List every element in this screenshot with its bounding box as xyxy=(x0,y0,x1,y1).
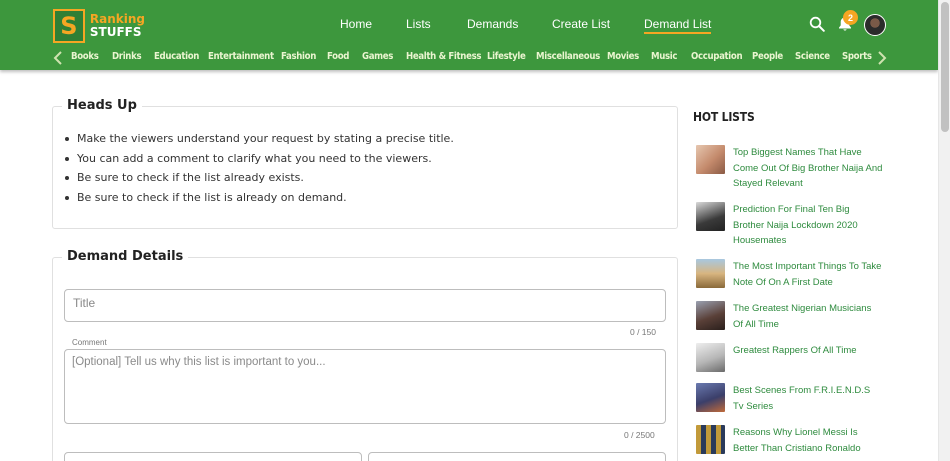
demand-details-title: Demand Details xyxy=(62,249,189,264)
search-icon[interactable] xyxy=(809,16,825,32)
chevron-left-icon[interactable] xyxy=(53,51,63,65)
category-music[interactable]: Music xyxy=(651,51,677,62)
category-science[interactable]: Science xyxy=(795,51,830,62)
tip-item: Make the viewers understand your request… xyxy=(64,132,454,152)
nav-home[interactable]: Home xyxy=(340,17,372,31)
comment-textarea[interactable]: [Optional] Tell us why this list is impo… xyxy=(64,349,666,424)
hot-list-thumbnail xyxy=(696,343,725,372)
category-miscellaneous[interactable]: Miscellaneous xyxy=(536,51,600,62)
comment-label: Comment xyxy=(70,338,109,347)
category-drinks[interactable]: Drinks xyxy=(112,51,142,62)
hot-list-link[interactable]: The Greatest Nigerian Musicians Of All T… xyxy=(733,301,883,332)
site-logo[interactable]: S Ranking STUFFS xyxy=(53,9,145,43)
scrollbar-thumb[interactable] xyxy=(941,2,949,132)
category-lifestyle[interactable]: Lifestyle xyxy=(487,51,526,62)
category-bar: Books Drinks Education Entertainment Fas… xyxy=(0,48,938,68)
nav-demands[interactable]: Demands xyxy=(467,17,518,31)
tip-item: You can add a comment to clarify what yo… xyxy=(64,152,454,172)
hot-list-thumbnail xyxy=(696,202,725,231)
hot-list-link[interactable]: The Most Important Things To Take Note O… xyxy=(733,259,883,290)
category-education[interactable]: Education xyxy=(154,51,199,62)
category-occupation[interactable]: Occupation xyxy=(691,51,743,62)
category-games[interactable]: Games xyxy=(362,51,393,62)
hot-list-link[interactable]: Prediction For Final Ten Big Brother Nai… xyxy=(733,202,883,249)
hot-list-thumbnail xyxy=(696,145,725,174)
hot-list-link[interactable]: Reasons Why Lionel Messi Is Better Than … xyxy=(733,425,883,456)
hot-list-link[interactable]: Best Scenes From F.R.I.E.N.D.S Tv Series xyxy=(733,383,883,414)
logo-text: Ranking STUFFS xyxy=(90,13,145,39)
category-entertainment[interactable]: Entertainment xyxy=(208,51,274,62)
select-field-left[interactable] xyxy=(64,452,362,461)
nav-demand-list[interactable]: Demand List xyxy=(644,17,712,34)
logo-mark: S xyxy=(53,9,85,43)
heads-up-section: Heads Up Make the viewers understand you… xyxy=(52,98,678,229)
category-people[interactable]: People xyxy=(752,51,783,62)
chevron-right-icon[interactable] xyxy=(877,51,887,65)
select-field-right[interactable] xyxy=(368,452,666,461)
comment-counter: 0 / 2500 xyxy=(624,430,655,440)
category-books[interactable]: Books xyxy=(71,51,99,62)
avatar[interactable] xyxy=(864,14,886,36)
nav-lists[interactable]: Lists xyxy=(406,17,431,31)
page: S Ranking STUFFS Home Lists Demands Crea… xyxy=(0,0,950,461)
category-food[interactable]: Food xyxy=(327,51,349,62)
tip-item: Be sure to check if the list already exi… xyxy=(64,171,454,191)
category-sports[interactable]: Sports xyxy=(842,51,872,62)
page-scrollbar[interactable] xyxy=(938,0,950,461)
site-header: S Ranking STUFFS Home Lists Demands Crea… xyxy=(0,0,938,70)
hot-list-link[interactable]: Greatest Rappers Of All Time xyxy=(733,343,883,359)
category-fashion[interactable]: Fashion xyxy=(281,51,316,62)
tip-item: Be sure to check if the list is already … xyxy=(64,191,454,211)
hot-list-thumbnail xyxy=(696,383,725,412)
title-input[interactable]: Title xyxy=(64,289,666,322)
hot-list-thumbnail xyxy=(696,301,725,330)
title-counter: 0 / 150 xyxy=(630,327,656,337)
nav-create-list[interactable]: Create List xyxy=(552,17,610,31)
hot-list-thumbnail xyxy=(696,425,725,454)
tips-list: Make the viewers understand your request… xyxy=(64,132,454,210)
notification-badge: 2 xyxy=(843,10,858,25)
logo-line-2: STUFFS xyxy=(89,25,142,39)
hot-list-link[interactable]: Top Biggest Names That Have Come Out Of … xyxy=(733,145,883,192)
category-movies[interactable]: Movies xyxy=(607,51,639,62)
category-health-fitness[interactable]: Health & Fitness xyxy=(406,51,481,62)
hot-lists-title: HOT LISTS xyxy=(693,110,755,124)
heads-up-title: Heads Up xyxy=(62,98,142,113)
hot-list-thumbnail xyxy=(696,259,725,288)
